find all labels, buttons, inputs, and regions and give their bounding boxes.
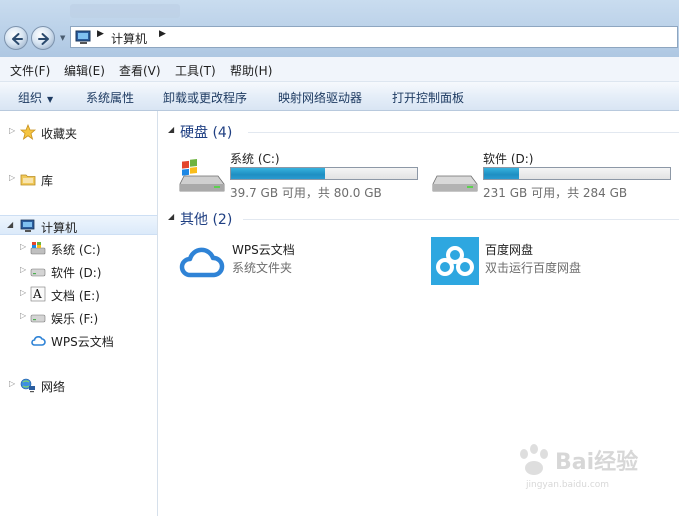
forward-button[interactable] <box>31 26 55 50</box>
window-title-blurred <box>70 4 180 18</box>
nav-item-drive-e[interactable]: ▷ A 文档 (E:) <box>0 284 157 304</box>
drive-usage-fill <box>484 168 519 179</box>
nav-label: 收藏夹 <box>41 127 78 141</box>
expand-arrow-icon[interactable]: ▷ <box>9 126 15 135</box>
navigation-pane: ▷ 收藏夹 ▷ 库 ◢ 计算机 ▷ 系统 (C:) ▷ 软件 (D:) ▷ A … <box>0 111 158 516</box>
wps-cloud-item[interactable]: WPS云文档 系统文件夹 <box>178 237 418 287</box>
menu-view[interactable]: 查看(V) <box>119 62 161 79</box>
group-title: 其他 (2) <box>180 212 233 228</box>
group-header-other[interactable]: ◢ 其他 (2) <box>158 208 679 228</box>
collapse-arrow-icon[interactable]: ◢ <box>168 212 174 221</box>
wps-cloud-icon <box>179 247 225 278</box>
drive-usage-fill <box>231 168 325 179</box>
title-bar: ▼ ▶ 计算机 ▶ <box>0 0 679 57</box>
menu-tools[interactable]: 工具(T) <box>175 62 216 79</box>
watermark-url: jingyan.baidu.com <box>526 480 610 490</box>
paw-logo-icon <box>520 444 548 475</box>
expand-arrow-icon[interactable]: ▷ <box>20 288 26 297</box>
drive-icon <box>432 175 478 192</box>
organize-label: 组织 <box>18 91 43 105</box>
nav-item-drive-c[interactable]: ▷ 系统 (C:) <box>0 238 157 258</box>
recent-pages-dropdown-icon[interactable]: ▼ <box>60 34 65 42</box>
nav-label: 网络 <box>41 380 66 394</box>
drive-icon <box>30 268 46 277</box>
map-network-drive-button[interactable]: 映射网络驱动器 <box>278 89 362 106</box>
chevron-down-icon: ▼ <box>47 95 54 104</box>
group-divider <box>248 132 679 133</box>
network-icon <box>20 378 35 393</box>
uninstall-program-button[interactable]: 卸载或更改程序 <box>163 89 247 106</box>
app-name: WPS云文档 <box>232 243 295 257</box>
menu-file[interactable]: 文件(F) <box>10 62 50 79</box>
system-properties-button[interactable]: 系统属性 <box>86 89 134 106</box>
group-header-hard-disks[interactable]: ◢ 硬盘 (4) <box>158 121 679 141</box>
breadcrumb-separator-icon[interactable]: ▶ <box>159 29 166 39</box>
nav-label: WPS云文档 <box>51 335 114 349</box>
collapse-arrow-icon[interactable]: ◢ <box>7 220 13 229</box>
drive-item-d[interactable]: 软件 (D:) 231 GB 可用，共 284 GB <box>431 150 674 200</box>
drive-space-info: 231 GB 可用，共 284 GB <box>483 186 628 200</box>
baidu-netdisk-icon <box>431 237 479 285</box>
expand-arrow-icon[interactable]: ▷ <box>20 242 26 251</box>
forward-arrow-icon <box>38 33 49 45</box>
computer-icon <box>20 219 35 232</box>
nav-item-network[interactable]: ▷ 网络 <box>0 375 157 395</box>
back-arrow-icon <box>12 33 23 45</box>
star-icon <box>20 124 36 140</box>
nav-item-favorites[interactable]: ▷ 收藏夹 <box>0 122 157 142</box>
system-drive-icon <box>179 159 225 192</box>
folder-icon <box>20 174 36 186</box>
address-bar[interactable]: ▶ 计算机 ▶ <box>70 26 678 48</box>
svg-text:A: A <box>32 287 42 301</box>
nav-item-drive-f[interactable]: ▷ 娱乐 (F:) <box>0 307 157 327</box>
drive-name: 系统 (C:) <box>230 152 280 166</box>
group-title: 硬盘 (4) <box>180 125 233 141</box>
baidu-jingyan-watermark: Bai经验 jingyan.baidu.com <box>510 440 670 496</box>
drive-usage-bar <box>483 167 671 180</box>
breadcrumb-separator-icon[interactable]: ▶ <box>97 29 104 39</box>
nav-label: 娱乐 (F:) <box>51 312 99 326</box>
app-subtitle: 双击运行百度网盘 <box>485 261 582 275</box>
nav-item-libraries[interactable]: ▷ 库 <box>0 169 157 189</box>
collapse-arrow-icon[interactable]: ◢ <box>168 125 174 134</box>
nav-item-wps-cloud[interactable]: WPS云文档 <box>0 330 157 350</box>
expand-arrow-icon[interactable]: ▷ <box>20 311 26 320</box>
menu-edit[interactable]: 编辑(E) <box>64 62 105 79</box>
open-control-panel-button[interactable]: 打开控制面板 <box>392 89 464 106</box>
app-subtitle: 系统文件夹 <box>232 261 293 275</box>
back-button[interactable] <box>4 26 28 50</box>
nav-label: 系统 (C:) <box>51 243 101 257</box>
expand-arrow-icon[interactable]: ▷ <box>9 173 15 182</box>
drive-usage-bar <box>230 167 418 180</box>
expand-arrow-icon[interactable]: ▷ <box>20 265 26 274</box>
drive-space-info: 39.7 GB 可用，共 80.0 GB <box>230 186 382 200</box>
drive-item-c[interactable]: 系统 (C:) 39.7 GB 可用，共 80.0 GB <box>178 150 418 200</box>
breadcrumb-computer[interactable]: 计算机 <box>111 30 147 47</box>
command-bar: 组织 ▼ 系统属性 卸载或更改程序 映射网络驱动器 打开控制面板 <box>0 82 679 111</box>
computer-icon <box>75 30 91 44</box>
drive-icon <box>30 314 46 323</box>
nav-item-drive-d[interactable]: ▷ 软件 (D:) <box>0 261 157 281</box>
nav-label: 计算机 <box>41 221 78 235</box>
app-name: 百度网盘 <box>485 243 534 257</box>
menu-bar: 文件(F) 编辑(E) 查看(V) 工具(T) 帮助(H) <box>0 57 679 82</box>
watermark-brand: Bai经验 <box>555 450 639 475</box>
group-divider <box>243 219 679 220</box>
cloud-icon <box>31 336 46 346</box>
nav-label: 文档 (E:) <box>51 289 100 303</box>
drive-name: 软件 (D:) <box>483 152 534 166</box>
nav-label: 软件 (D:) <box>51 266 102 280</box>
baidu-netdisk-item[interactable]: 百度网盘 双击运行百度网盘 <box>431 237 674 287</box>
system-drive-icon <box>30 242 46 255</box>
menu-help[interactable]: 帮助(H) <box>230 62 272 79</box>
expand-arrow-icon[interactable]: ▷ <box>9 379 15 388</box>
nav-label: 库 <box>41 174 54 188</box>
font-drive-icon: A <box>30 286 46 302</box>
nav-item-computer[interactable]: ◢ 计算机 <box>0 215 157 235</box>
organize-button[interactable]: 组织 ▼ <box>18 89 53 106</box>
